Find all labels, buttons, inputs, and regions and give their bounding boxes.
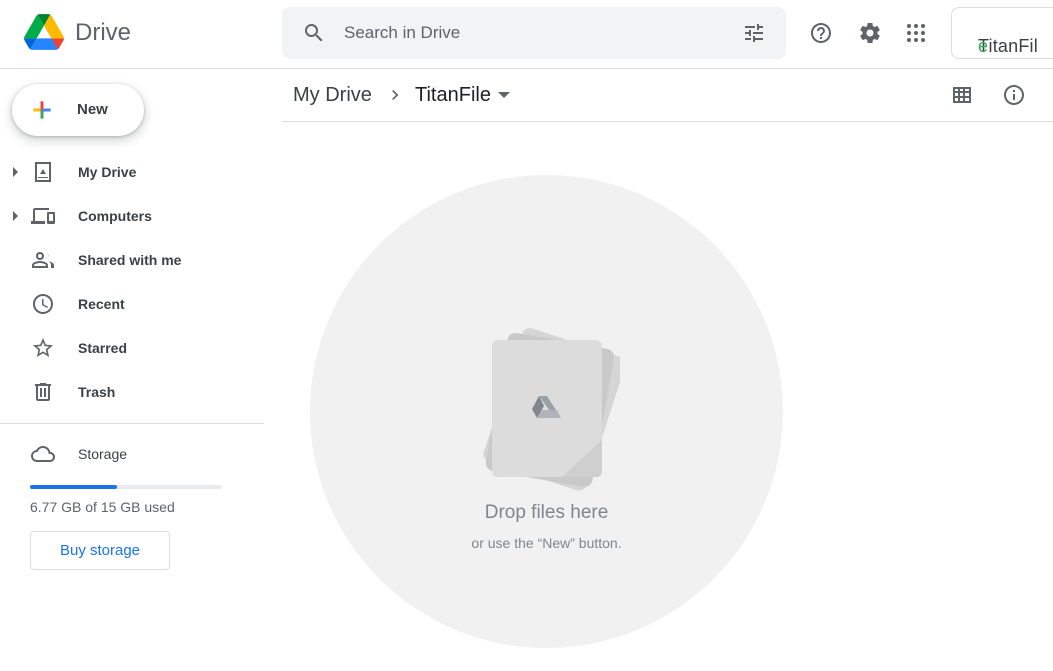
sidebar-item-trash[interactable]: Trash bbox=[0, 372, 264, 412]
sidebar-item-storage[interactable]: Storage bbox=[0, 434, 264, 474]
sidebar-item-starred[interactable]: Starred bbox=[0, 328, 264, 368]
drive-logo-icon[interactable] bbox=[24, 14, 64, 50]
trash-icon bbox=[35, 383, 51, 401]
buy-storage-button[interactable]: Buy storage bbox=[30, 531, 170, 570]
sidebar-item-label: Shared with me bbox=[78, 252, 182, 268]
folder-menu-dropdown-icon[interactable] bbox=[498, 92, 510, 98]
my-drive-icon bbox=[35, 162, 51, 182]
breadcrumb: My Drive TitanFile bbox=[282, 70, 1053, 122]
cloud-icon bbox=[31, 446, 55, 462]
sidebar-item-label: Computers bbox=[78, 208, 152, 224]
sidebar-item-label: Trash bbox=[78, 384, 116, 400]
sidebar-item-label: Recent bbox=[78, 296, 125, 312]
new-button[interactable]: New bbox=[12, 84, 144, 136]
chevron-right-icon bbox=[392, 90, 399, 100]
sidebar-item-computers[interactable]: Computers bbox=[0, 196, 264, 236]
star-icon bbox=[33, 338, 53, 357]
expand-arrow-icon[interactable] bbox=[13, 167, 18, 177]
sidebar-item-recent[interactable]: Recent bbox=[0, 284, 264, 324]
storage-usage-fill bbox=[30, 485, 117, 489]
breadcrumb-my-drive[interactable]: My Drive bbox=[293, 84, 372, 107]
storage-label: Storage bbox=[78, 446, 128, 462]
search-icon[interactable] bbox=[302, 21, 326, 45]
sidebar-item-label: Starred bbox=[78, 340, 128, 356]
sidebar-item-label: My Drive bbox=[78, 164, 137, 180]
search-input[interactable] bbox=[344, 7, 724, 59]
shared-people-icon bbox=[32, 252, 54, 268]
app-name[interactable]: Drive bbox=[75, 19, 131, 47]
search-bar[interactable] bbox=[282, 7, 786, 59]
empty-state-title: Drop files here bbox=[484, 502, 609, 523]
empty-folder-files-illustration bbox=[483, 328, 620, 491]
apps-grid-icon[interactable] bbox=[904, 21, 928, 45]
storage-usage-bar bbox=[30, 485, 222, 489]
new-button-label: New bbox=[77, 101, 108, 118]
sidebar-item-my-drive[interactable]: My Drive bbox=[0, 152, 264, 192]
empty-state-subtitle: or use the “New” button. bbox=[471, 535, 622, 551]
account-brand-button[interactable]: TitanFil e bbox=[951, 7, 1053, 59]
computers-icon bbox=[31, 208, 55, 224]
breadcrumb-current-folder[interactable]: TitanFile bbox=[415, 84, 491, 107]
grid-view-icon[interactable] bbox=[950, 83, 974, 107]
info-icon[interactable] bbox=[1002, 83, 1026, 107]
settings-gear-icon[interactable] bbox=[858, 21, 882, 45]
plus-icon bbox=[33, 101, 51, 119]
clock-icon bbox=[33, 294, 53, 314]
search-options-icon[interactable] bbox=[742, 21, 766, 45]
top-bar: Drive TitanFile bbox=[0, 0, 1053, 69]
expand-arrow-icon[interactable] bbox=[13, 211, 18, 221]
help-icon[interactable] bbox=[809, 21, 833, 45]
storage-usage-text: 6.77 GB of 15 GB used bbox=[30, 499, 175, 515]
sidebar-item-shared-with-me[interactable]: Shared with me bbox=[0, 240, 264, 280]
sidebar-divider bbox=[0, 423, 264, 424]
